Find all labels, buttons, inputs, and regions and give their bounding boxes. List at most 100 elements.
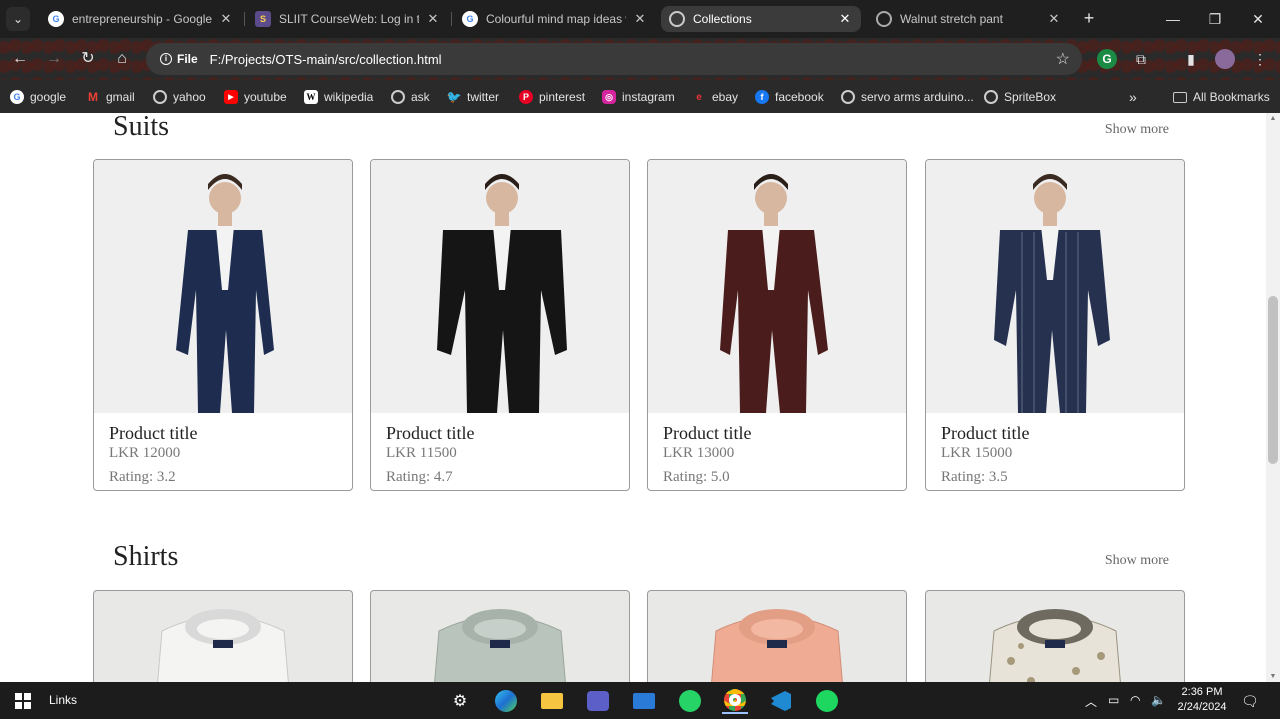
product-card[interactable]	[647, 590, 907, 682]
bookmark-google[interactable]: G google	[10, 87, 66, 107]
product-card[interactable]: Product title LKR 11500 Rating: 4.7	[370, 159, 630, 491]
product-card[interactable]	[93, 590, 353, 682]
extensions-icon[interactable]: ⧉	[1131, 49, 1151, 69]
minimize-button[interactable]: —	[1158, 8, 1188, 30]
bookmark-servo-arms[interactable]: servo arms arduino...	[841, 87, 974, 107]
scroll-down-arrow[interactable]: ▼	[1266, 673, 1280, 680]
file-explorer-icon[interactable]	[539, 688, 565, 714]
wifi-icon[interactable]: ◠	[1130, 693, 1140, 707]
close-icon[interactable]: ✕	[1046, 11, 1062, 27]
scrollbar-thumb[interactable]	[1268, 296, 1278, 464]
close-icon[interactable]: ✕	[837, 11, 853, 27]
edge-icon[interactable]	[493, 688, 519, 714]
product-rating: Rating: 3.5	[941, 469, 1008, 485]
tab-collections[interactable]: Collections ✕	[661, 6, 861, 32]
suit-model-image	[437, 174, 567, 413]
volume-icon[interactable]: 🔈	[1151, 693, 1166, 707]
bookmark-twitter[interactable]: 🐦 twitter	[447, 87, 499, 107]
home-button[interactable]: ⌂	[111, 48, 133, 70]
new-tab-button[interactable]: +	[1078, 8, 1100, 30]
bookmarks-bar: G google M gmail yahoo ▶ youtube W wikip…	[0, 80, 1280, 113]
plus-icon: +	[1083, 8, 1095, 28]
bookmark-ask[interactable]: ask	[391, 87, 430, 107]
forward-button[interactable]: →	[43, 48, 65, 70]
grammarly-icon[interactable]: G	[1097, 49, 1117, 69]
close-icon[interactable]: ✕	[632, 11, 648, 27]
bookmark-gmail[interactable]: M gmail	[86, 87, 135, 107]
product-title: Product title	[386, 423, 475, 443]
restore-icon: ❐	[1208, 11, 1222, 27]
product-price: LKR 12000	[109, 445, 181, 461]
suit-model-image	[720, 174, 828, 413]
info-icon: i	[160, 53, 172, 65]
mail-icon[interactable]	[631, 688, 657, 714]
windows-taskbar: Links ⚙ ︿ ▭ ◠ 🔈 2:36 PM 2/24/2024 🗨	[0, 682, 1280, 719]
ebay-icon: e	[696, 91, 702, 103]
tab-search-button[interactable]: ⌄	[6, 7, 30, 31]
close-icon[interactable]: ✕	[425, 11, 441, 27]
taskbar-clock[interactable]: 2:36 PM 2/24/2024	[1172, 685, 1232, 715]
gmail-icon: M	[88, 90, 98, 104]
teams-icon[interactable]	[585, 688, 611, 714]
folded-shirt-image	[434, 609, 566, 682]
address-bar[interactable]: i File F:/Projects/OTS-main/src/collecti…	[146, 43, 1082, 75]
tab-walnut-pant[interactable]: Walnut stretch pant ✕	[868, 6, 1070, 32]
tab-sliit-courseweb[interactable]: S SLIIT CourseWeb: Log in to t ✕	[247, 6, 449, 32]
twitter-icon: 🐦	[446, 90, 462, 104]
tab-entrepreneurship[interactable]: G entrepreneurship - Google S ✕	[40, 6, 242, 32]
tab-divider	[451, 12, 452, 26]
menu-dots-icon[interactable]: ⋮	[1250, 49, 1270, 69]
vscode-icon[interactable]	[768, 688, 794, 714]
product-image	[371, 160, 629, 413]
bookmark-wikipedia[interactable]: W wikipedia	[304, 87, 373, 107]
show-more-shirts-link[interactable]: Show more	[1105, 553, 1169, 569]
bookmark-star-icon[interactable]: ☆	[1056, 49, 1070, 69]
reload-button[interactable]: ↻	[77, 48, 99, 70]
section-title-shirts: Shirts	[113, 541, 179, 572]
bookmarks-overflow-button[interactable]: »	[1129, 87, 1137, 107]
facebook-icon: f	[755, 90, 769, 104]
restore-button[interactable]: ❐	[1200, 8, 1230, 30]
url-text[interactable]: F:/Projects/OTS-main/src/collection.html	[210, 52, 442, 67]
taskbar-links-label[interactable]: Links	[49, 693, 77, 707]
product-image	[94, 160, 352, 413]
site-info-chip[interactable]: i File	[152, 48, 206, 70]
tab-mind-map[interactable]: G Colourful mind map ideas w ✕	[454, 6, 656, 32]
start-button[interactable]	[10, 688, 36, 714]
product-card[interactable]	[925, 590, 1185, 682]
back-button[interactable]: ←	[9, 48, 31, 70]
notifications-icon[interactable]: 🗨	[1241, 693, 1259, 710]
bookmark-ebay[interactable]: e ebay	[692, 87, 738, 107]
chevron-double-right-icon: »	[1129, 89, 1137, 105]
spotify-icon[interactable]	[814, 688, 840, 714]
side-panel-icon[interactable]: ▮	[1181, 49, 1201, 69]
product-card[interactable]: Product title LKR 13000 Rating: 5.0	[647, 159, 907, 491]
pinterest-icon: P	[519, 90, 533, 104]
close-icon: ✕	[1252, 11, 1264, 27]
battery-icon[interactable]: ▭	[1108, 693, 1119, 707]
bookmark-pinterest[interactable]: P pinterest	[519, 87, 585, 107]
reload-icon: ↻	[81, 50, 95, 67]
avatar[interactable]	[1215, 49, 1235, 69]
bookmark-yahoo[interactable]: yahoo	[153, 87, 206, 107]
settings-gear-icon[interactable]: ⚙	[447, 688, 473, 714]
whatsapp-icon[interactable]	[677, 688, 703, 714]
bookmark-youtube[interactable]: ▶ youtube	[224, 87, 287, 107]
product-card[interactable]: Product title LKR 12000 Rating: 3.2	[93, 159, 353, 491]
product-title: Product title	[109, 423, 198, 443]
all-bookmarks-button[interactable]: All Bookmarks	[1173, 87, 1270, 107]
show-more-suits-link[interactable]: Show more	[1105, 122, 1169, 138]
close-window-button[interactable]: ✕	[1243, 8, 1273, 30]
bookmark-spritebox[interactable]: SpriteBox	[984, 87, 1056, 107]
chrome-icon[interactable]	[722, 688, 748, 714]
bookmark-facebook[interactable]: f facebook	[755, 87, 824, 107]
close-icon[interactable]: ✕	[218, 11, 234, 27]
page-scrollbar[interactable]: ▲ ▼	[1266, 113, 1280, 682]
tray-overflow-icon[interactable]: ︿	[1085, 693, 1097, 710]
product-card[interactable]	[370, 590, 630, 682]
product-card[interactable]: Product title LKR 15000 Rating: 3.5	[925, 159, 1185, 491]
scroll-up-arrow[interactable]: ▲	[1266, 115, 1280, 122]
bookmark-instagram[interactable]: ◎ instagram	[602, 87, 675, 107]
globe-icon	[876, 11, 892, 27]
product-rating: Rating: 5.0	[663, 469, 730, 485]
